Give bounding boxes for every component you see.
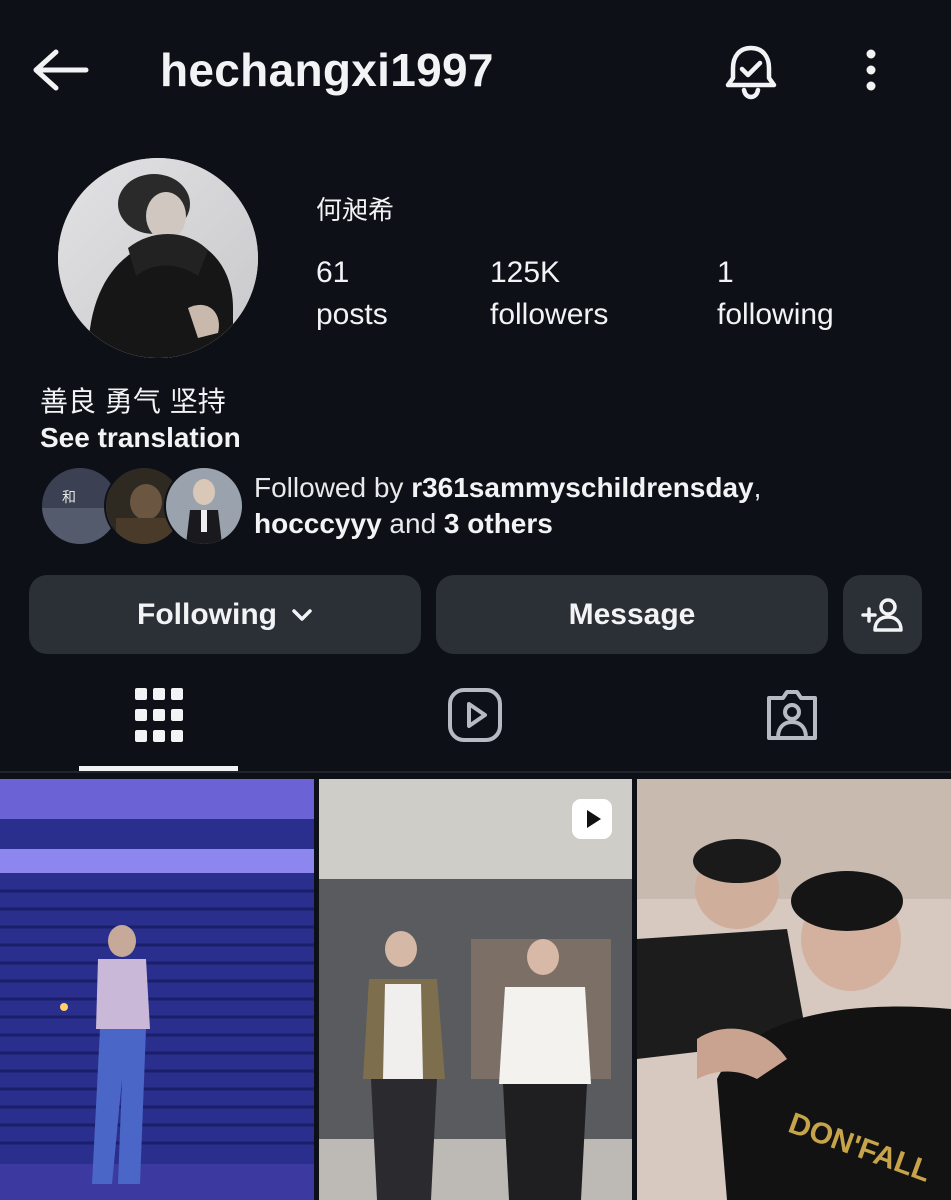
play-square-icon xyxy=(448,688,502,742)
grid-icon xyxy=(135,688,183,742)
followed-by-text[interactable]: Followed by r361sammyschildrensday, hocc… xyxy=(254,470,854,542)
notifications-bell-button[interactable] xyxy=(718,38,784,104)
post-thumbnail xyxy=(0,779,314,1200)
profile-username: hechangxi1997 xyxy=(160,44,494,96)
grid-post[interactable] xyxy=(0,779,314,1200)
followed-by-prefix: Followed by xyxy=(254,472,412,503)
reel-indicator xyxy=(572,799,612,839)
add-user-button[interactable] xyxy=(843,575,922,654)
avatar-photo xyxy=(58,158,258,358)
profile-avatar[interactable] xyxy=(58,158,258,358)
following-label: following xyxy=(717,298,834,331)
message-button-label: Message xyxy=(568,597,696,631)
svg-text:和: 和 xyxy=(62,490,76,506)
followed-by-separator: , xyxy=(753,472,762,503)
mutual-username[interactable]: r361sammyschildrensday xyxy=(411,472,753,503)
following-count: 1 xyxy=(717,256,734,289)
followers-count: 125K xyxy=(490,256,561,289)
message-button[interactable]: Message xyxy=(436,575,828,654)
following-button-label: Following xyxy=(137,597,277,631)
chevron-down-icon xyxy=(292,608,312,621)
add-person-icon xyxy=(860,597,903,632)
play-icon xyxy=(587,810,601,828)
see-translation-link[interactable]: See translation xyxy=(40,422,241,454)
display-name: 何昶希 xyxy=(316,196,395,226)
grid-post[interactable]: DON'FALL xyxy=(637,779,951,1200)
more-options-button[interactable] xyxy=(846,40,896,100)
grid-post[interactable] xyxy=(319,779,632,1200)
followers-label: followers xyxy=(490,298,609,331)
post-thumbnail: DON'FALL xyxy=(637,779,951,1200)
tab-posts-grid[interactable] xyxy=(119,680,199,750)
profile-bio: 善良 勇气 坚持 xyxy=(40,385,226,418)
followers-stat[interactable]: 125K followers xyxy=(490,252,608,336)
following-button[interactable]: Following xyxy=(29,575,421,654)
person-tag-icon xyxy=(767,690,817,740)
posts-count: 61 xyxy=(316,256,350,289)
mutual-username[interactable]: hocccyyy xyxy=(254,508,382,539)
mutual-avatar xyxy=(164,466,244,546)
back-button[interactable] xyxy=(28,40,92,100)
tab-reels[interactable] xyxy=(435,680,515,750)
arrow-left-icon xyxy=(33,49,89,91)
following-stat[interactable]: 1 following xyxy=(717,252,834,336)
posts-stat[interactable]: 61 posts xyxy=(316,252,388,336)
more-vertical-icon xyxy=(866,49,876,91)
tab-divider xyxy=(0,771,951,773)
mutual-followers-avatars[interactable]: 和 xyxy=(40,466,244,546)
followed-by-and: and xyxy=(381,508,444,539)
mutual-others-link[interactable]: 3 others xyxy=(444,508,553,539)
tab-tagged[interactable] xyxy=(752,680,832,750)
post-thumbnail xyxy=(319,779,632,1200)
bell-check-icon xyxy=(725,45,777,100)
posts-label: posts xyxy=(316,298,388,331)
